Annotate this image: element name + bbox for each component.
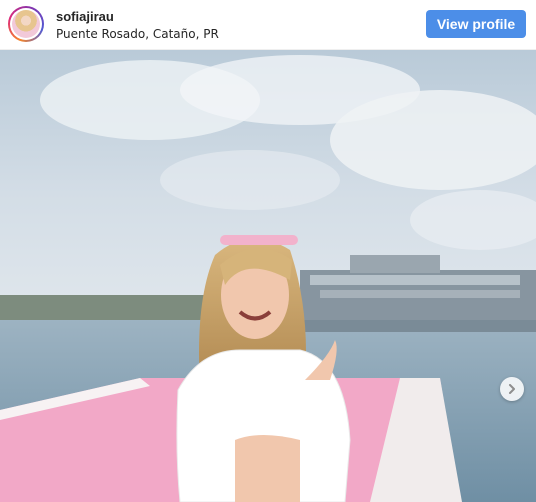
- avatar-photo: [12, 10, 40, 38]
- photo-illustration: [0, 50, 536, 502]
- post-photo[interactable]: [0, 50, 536, 502]
- next-photo-button[interactable]: [500, 377, 524, 401]
- location[interactable]: Puente Rosado, Cataño, PR: [56, 27, 219, 41]
- chevron-right-icon: [509, 384, 515, 394]
- username[interactable]: sofiajirau: [56, 9, 114, 24]
- post-header: sofiajirau Puente Rosado, Cataño, PR Vie…: [0, 0, 536, 50]
- profile-avatar[interactable]: [8, 6, 44, 42]
- view-profile-button[interactable]: View profile: [426, 10, 526, 38]
- avatar-ring: [10, 8, 42, 40]
